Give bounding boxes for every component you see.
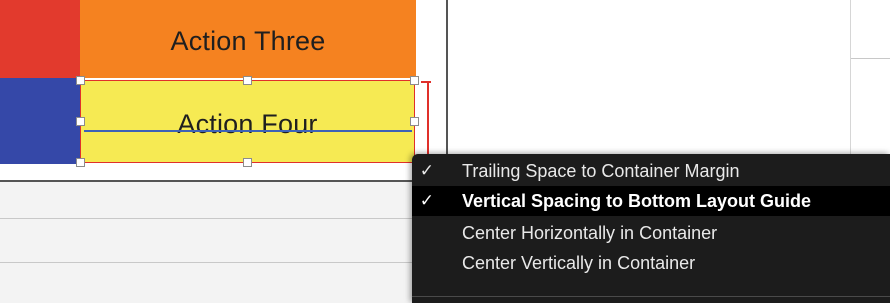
menu-item-center-vertically[interactable]: Center Vertically in Container — [412, 248, 890, 278]
resize-handle-top-left[interactable] — [76, 76, 85, 85]
resize-handle-top-right[interactable] — [410, 76, 419, 85]
action-three-button[interactable]: Action Three — [80, 0, 416, 78]
action-four-label: Action Four — [177, 109, 318, 139]
resize-handle-bottom-left[interactable] — [76, 158, 85, 167]
checkmark-icon: ✓ — [419, 161, 434, 180]
menu-item-label: Vertical Spacing to Bottom Layout Guide — [462, 190, 812, 211]
interface-builder-canvas: Action Three Action Four ✓ Trailing Spac… — [0, 0, 890, 303]
resize-handle-left[interactable] — [76, 117, 85, 126]
checkmark-icon: ✓ — [419, 191, 434, 210]
resize-handle-bottom[interactable] — [243, 158, 252, 167]
panel-divider — [851, 58, 890, 59]
vertical-constraint-line[interactable] — [427, 82, 429, 163]
constraint-cap-top — [421, 81, 431, 83]
action-four-button[interactable]: Action Four — [80, 80, 415, 163]
constraint-context-menu: ✓ Trailing Space to Container Margin ✓ V… — [412, 154, 890, 303]
menu-item-label: Center Vertically in Container — [462, 252, 696, 273]
canvas-divider — [0, 218, 412, 219]
scene-border-bottom — [0, 180, 448, 182]
menu-item-label: Center Horizontally in Container — [462, 222, 718, 243]
red-view[interactable] — [0, 0, 80, 78]
blue-view[interactable] — [0, 78, 80, 164]
menu-item-label: Trailing Space to Container Margin — [462, 160, 740, 181]
resize-handle-right[interactable] — [410, 117, 419, 126]
action-three-label: Action Three — [170, 25, 326, 56]
menu-item-trailing-space[interactable]: ✓ Trailing Space to Container Margin — [412, 156, 890, 186]
menu-item-vertical-spacing-bottom[interactable]: ✓ Vertical Spacing to Bottom Layout Guid… — [412, 186, 890, 216]
menu-separator — [412, 296, 890, 297]
panel-divider — [850, 0, 851, 160]
baseline-alignment-guide — [84, 130, 412, 132]
menu-item-center-horizontally[interactable]: Center Horizontally in Container — [412, 218, 890, 248]
resize-handle-top[interactable] — [243, 76, 252, 85]
canvas-divider — [0, 262, 412, 263]
